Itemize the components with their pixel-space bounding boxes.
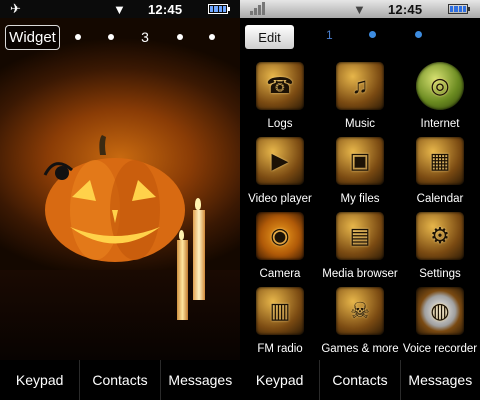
media-browser-icon: ▤ [336, 212, 384, 260]
settings-icon: ⚙ [416, 212, 464, 260]
softkey-bar: Keypad Contacts Messages [0, 360, 240, 400]
clock: 12:45 [148, 2, 183, 17]
main-menu-screen: ▼ 12:45 Edit 1 ☎ Logs ♫ Music ◎ Internet… [240, 0, 480, 400]
keypad-softkey[interactable]: Keypad [0, 360, 79, 400]
camera-icon: ◉ [256, 212, 304, 260]
app-video-player[interactable]: ▶ Video player [240, 135, 320, 210]
airplane-icon: ✈ [10, 1, 21, 16]
app-games[interactable]: ☠ Games & more [320, 285, 400, 360]
app-label: Voice recorder [402, 343, 478, 355]
calendar-icon: ▦ [416, 137, 464, 185]
widget-button[interactable]: Widget [5, 25, 60, 50]
app-calendar[interactable]: ▦ Calendar [400, 135, 480, 210]
app-internet[interactable]: ◎ Internet [400, 60, 480, 135]
app-label: Camera [259, 268, 301, 280]
app-label: Media browser [322, 268, 398, 280]
app-voice-recorder[interactable]: ◍ Voice recorder [400, 285, 480, 360]
edit-button[interactable]: Edit [245, 25, 294, 49]
app-label: Games & more [321, 343, 399, 355]
app-logs[interactable]: ☎ Logs [240, 60, 320, 135]
app-label: Video player [248, 193, 312, 205]
app-label: My files [340, 193, 380, 205]
battery-icon [208, 4, 230, 14]
page-dot[interactable] [176, 34, 183, 40]
messages-softkey[interactable]: Messages [159, 360, 240, 400]
clock: 12:45 [388, 2, 423, 17]
games-icon: ☠ [336, 287, 384, 335]
app-media-browser[interactable]: ▤ Media browser [320, 210, 400, 285]
signal-down-icon: ▼ [113, 1, 126, 17]
page-indicator: 3 [75, 28, 215, 46]
page-dot[interactable] [75, 34, 81, 40]
film-icon: ▶ [256, 137, 304, 185]
candles [175, 198, 210, 320]
app-label: Calendar [416, 193, 464, 205]
status-bar: ▼ 12:45 [240, 0, 480, 18]
app-label: Internet [420, 118, 460, 130]
status-bar: ✈ ▼ 12:45 [0, 0, 240, 18]
current-page-number: 3 [141, 29, 149, 45]
keypad-softkey[interactable]: Keypad [240, 360, 319, 400]
signal-bars-icon [250, 2, 265, 15]
music-icon: ♫ [336, 62, 384, 110]
voice-recorder-icon: ◍ [416, 287, 464, 335]
home-screen: ✈ ▼ 12:45 Widget 3 Keypad Contacts Messa… [0, 0, 240, 400]
app-label: Logs [267, 118, 293, 130]
app-camera[interactable]: ◉ Camera [240, 210, 320, 285]
contacts-softkey[interactable]: Contacts [319, 360, 399, 400]
folder-icon: ▣ [336, 137, 384, 185]
app-label: Settings [419, 268, 461, 280]
page-dot[interactable] [415, 31, 422, 38]
app-my-files[interactable]: ▣ My files [320, 135, 400, 210]
logs-icon: ☎ [256, 62, 304, 110]
battery-icon [448, 4, 470, 14]
contacts-softkey[interactable]: Contacts [79, 360, 159, 400]
page-dot[interactable] [209, 34, 215, 40]
softkey-bar: Keypad Contacts Messages [240, 360, 480, 400]
app-fm-radio[interactable]: ▥ FM radio [240, 285, 320, 360]
globe-icon: ◎ [416, 62, 464, 110]
current-page-number: 1 [326, 28, 333, 42]
app-settings[interactable]: ⚙ Settings [400, 210, 480, 285]
app-label: FM radio [257, 343, 303, 355]
radio-icon: ▥ [256, 287, 304, 335]
page-dot[interactable] [107, 34, 114, 40]
signal-down-icon: ▼ [353, 1, 366, 17]
pumpkin-image [43, 135, 185, 262]
app-music[interactable]: ♫ Music [320, 60, 400, 135]
app-label: Music [344, 118, 376, 130]
page-indicator: 1 [326, 28, 426, 42]
app-grid: ☎ Logs ♫ Music ◎ Internet ▶ Video player… [240, 60, 480, 355]
page-dot[interactable] [369, 31, 376, 38]
messages-softkey[interactable]: Messages [399, 360, 480, 400]
